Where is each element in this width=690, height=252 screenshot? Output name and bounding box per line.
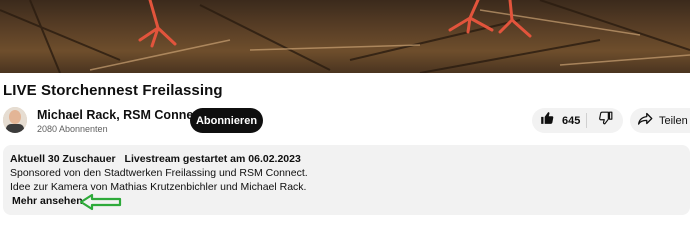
video-player[interactable] <box>0 0 690 73</box>
thumbs-up-icon <box>540 111 554 130</box>
share-arrow-icon <box>638 112 653 130</box>
description-line: Idee zur Kamera von Mathias Krutzenbichl… <box>10 181 307 193</box>
annotation-arrow-icon <box>79 193 123 216</box>
stream-start-date: Livestream gestartet am 06.02.2023 <box>124 153 301 165</box>
share-button[interactable]: Teilen <box>630 108 690 133</box>
description-line: Sponsored von den Stadtwerken Freilassin… <box>10 167 308 179</box>
subscribe-button[interactable]: Abonnieren <box>190 108 263 133</box>
channel-name[interactable]: Michael Rack, RSM Connect <box>37 108 204 122</box>
dislike-button[interactable] <box>588 108 623 133</box>
thumbs-down-icon <box>598 111 613 130</box>
subscriber-count: 2080 Abonnenten <box>37 124 108 134</box>
nest-video-frame <box>0 0 690 73</box>
description-box[interactable]: Aktuell 30 Zuschauer Livestream gestarte… <box>3 145 690 215</box>
like-count: 645 <box>562 114 581 127</box>
channel-avatar[interactable] <box>3 107 27 133</box>
description-meta: Aktuell 30 Zuschauer Livestream gestarte… <box>10 153 307 165</box>
like-divider <box>586 113 587 128</box>
like-dislike-group: 645 <box>532 108 623 133</box>
video-title: LIVE Storchennest Freilassing <box>3 82 223 99</box>
share-label: Teilen <box>659 114 688 127</box>
show-more-link[interactable]: Mehr ansehen <box>12 195 83 207</box>
viewer-count: Aktuell 30 Zuschauer <box>10 153 116 165</box>
like-button[interactable]: 645 <box>532 108 586 133</box>
